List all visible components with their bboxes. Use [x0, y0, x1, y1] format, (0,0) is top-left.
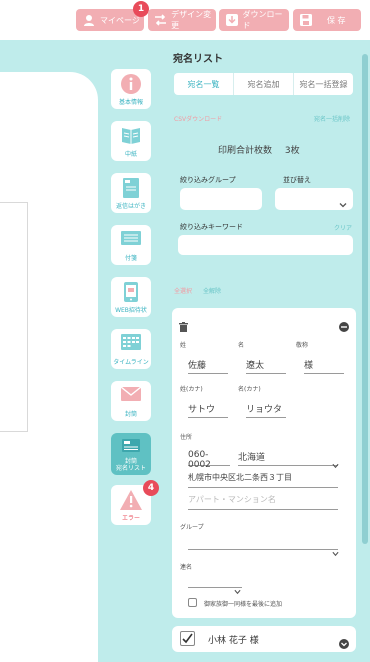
tab-bulk-register[interactable]: 宛名一括登録 [293, 73, 353, 95]
nav-basic-info[interactable]: 基本情報 [111, 69, 151, 109]
family-checkbox[interactable] [188, 598, 197, 607]
first-kana-field[interactable]: リョウタ [246, 402, 286, 418]
envelope-icon [120, 386, 142, 405]
group-label: グループ [180, 524, 204, 531]
address-tabs: 宛名一覧 宛名追加 宛名一括登録 [174, 73, 353, 95]
download-button[interactable]: ダウンロード [219, 9, 289, 31]
recipient-card-collapsed[interactable]: 小林 花子 様 [172, 626, 356, 652]
select-checkbox[interactable] [180, 631, 195, 646]
deselect-all-link[interactable]: 全解除 [203, 286, 221, 295]
recipient-card: 姓 名 敬称 佐藤 遼太 様 姓(カナ) 名(カナ) サトウ リョウタ 住所 0… [172, 308, 356, 618]
first-kana-label: 名(カナ) [238, 386, 261, 393]
save-icon [299, 13, 313, 27]
panel-title: 宛名リスト [173, 54, 223, 65]
mypage-label: マイページ [100, 15, 140, 25]
sort-label: 並び替え [283, 176, 311, 184]
nav-envelope-address-list-label: 封筒 宛名リスト [115, 458, 146, 472]
prefecture-chevron-icon [332, 454, 339, 473]
honorific-label: 敬称 [296, 342, 309, 349]
nav-sticky-note[interactable]: 付箋 [111, 225, 151, 265]
group-chevron-icon [332, 542, 339, 561]
nav-web-invitation-label: WEB招待状 [115, 307, 147, 314]
error-count-badge: 4 [143, 480, 159, 496]
nav-timeline[interactable]: タイムライン [111, 329, 151, 369]
last-kana-label: 姓(カナ) [180, 386, 203, 393]
chevron-down-icon [339, 194, 347, 213]
collapse-icon[interactable] [339, 317, 349, 336]
nav-timeline-label: タイムライン [113, 359, 149, 366]
print-total-label: 印刷合計枚数 [218, 146, 273, 156]
note-icon [121, 230, 141, 249]
filter-group-select[interactable] [180, 188, 262, 210]
download-label: ダウンロード [242, 10, 283, 30]
nav-envelope[interactable]: 封筒 [111, 381, 151, 421]
first-name-field[interactable]: 遼太 [246, 358, 286, 374]
address-line2-field[interactable]: アパート・マンション名 [188, 494, 338, 510]
timeline-icon [121, 334, 141, 354]
info-icon [121, 74, 141, 98]
nav-envelope-label: 封筒 [124, 411, 137, 418]
nav-reply-card[interactable]: 返信はがき [111, 173, 151, 213]
expand-icon[interactable] [339, 634, 349, 653]
honorific-field[interactable]: 様 [304, 358, 344, 374]
mypage-notification-badge: 1 [133, 1, 149, 17]
preview-page [0, 202, 28, 432]
keyword-label: 絞り込みキーワード [180, 223, 243, 231]
sort-select[interactable] [275, 188, 353, 210]
print-total: 印刷合計枚数 3枚 [218, 143, 300, 156]
panel-scrollbar[interactable] [362, 54, 368, 544]
top-toolbar: マイページ 1 デザイン変更 ダウンロード 保 存 [0, 0, 370, 40]
keyword-input[interactable] [178, 235, 353, 255]
postal-code-field[interactable]: 060-0002 [188, 450, 230, 470]
filter-group-label: 絞り込みグループ [180, 176, 236, 184]
joint-name-label: 連名 [180, 564, 193, 571]
last-name-label: 姓 [180, 342, 187, 349]
select-all-link[interactable]: 全選択 [174, 286, 192, 295]
design-change-label: デザイン変更 [171, 10, 212, 30]
last-kana-field[interactable]: サトウ [188, 402, 228, 418]
tab-address-list[interactable]: 宛名一覧 [174, 73, 233, 95]
book-icon [121, 126, 141, 148]
nav-basic-info-label: 基本情報 [118, 99, 143, 106]
checkmark-icon [182, 633, 193, 644]
last-name-field[interactable]: 佐藤 [188, 358, 228, 374]
print-total-value: 3枚 [284, 146, 300, 156]
address-label: 住所 [180, 434, 193, 441]
clear-link[interactable]: クリア [334, 223, 352, 232]
warning-icon [120, 490, 142, 514]
joint-chevron-icon [234, 580, 241, 599]
nav-sticky-note-label: 付箋 [124, 255, 137, 262]
address-line1-field[interactable]: 札幌市中央区北二条西３丁目 [188, 472, 338, 488]
design-preview-card [0, 72, 98, 662]
download-icon [225, 13, 239, 27]
tab-add-address[interactable]: 宛名追加 [233, 73, 293, 95]
bulk-delete-link[interactable]: 宛名一括削除 [314, 114, 350, 123]
nav-inner-paper[interactable]: 中紙 [111, 121, 151, 161]
swap-arrows-icon [154, 13, 167, 27]
user-icon [82, 13, 96, 27]
prefecture-select[interactable]: 北海道 [238, 450, 338, 466]
postcard-icon [123, 178, 139, 202]
family-checkbox-label: 御家族御一同様を最後に追加 [204, 601, 283, 608]
first-name-label: 名 [238, 342, 245, 349]
group-select[interactable] [188, 534, 338, 550]
nav-envelope-address-list[interactable]: 封筒 宛名リスト [111, 433, 151, 475]
smartphone-icon [124, 282, 138, 306]
save-button[interactable]: 保 存 [293, 9, 361, 31]
nav-inner-paper-label: 中紙 [124, 151, 137, 158]
csv-download-link[interactable]: CSVダウンロード [174, 114, 222, 123]
nav-web-invitation[interactable]: WEB招待状 [111, 277, 151, 317]
design-change-button[interactable]: デザイン変更 [148, 9, 216, 31]
trash-icon[interactable] [179, 317, 188, 336]
nav-reply-card-label: 返信はがき [115, 203, 146, 210]
address-list-icon [122, 437, 140, 456]
recipient-name: 小林 花子 様 [208, 636, 259, 646]
nav-error-label: エラー [121, 515, 140, 522]
save-label: 保 存 [327, 15, 346, 25]
